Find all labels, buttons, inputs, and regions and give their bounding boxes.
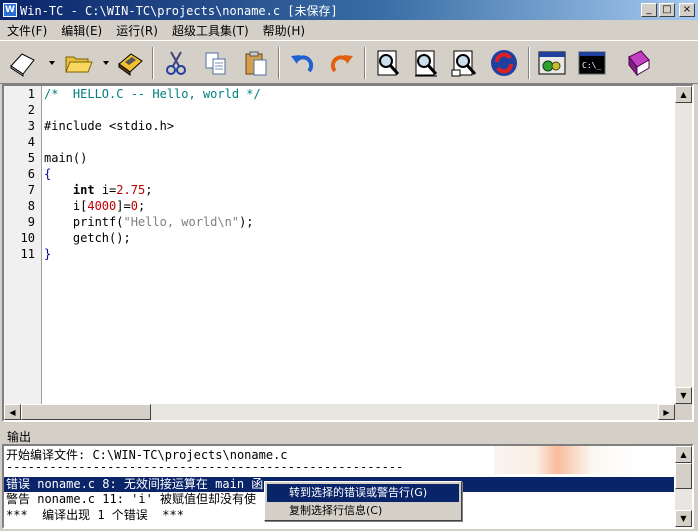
code-token: { bbox=[44, 167, 52, 181]
undo-icon[interactable] bbox=[286, 47, 318, 79]
line-number: 7 bbox=[27, 183, 35, 197]
code-token: ); bbox=[239, 215, 254, 229]
code-line[interactable]: } bbox=[44, 247, 51, 261]
scroll-up-icon[interactable]: ▲ bbox=[675, 446, 692, 463]
line-number: 8 bbox=[27, 199, 35, 213]
line-number: 11 bbox=[20, 247, 35, 261]
window-controls: _ □ × bbox=[639, 3, 695, 17]
line-number: 6 bbox=[27, 167, 35, 181]
new-file-icon[interactable] bbox=[6, 47, 38, 79]
toolbar-separator bbox=[152, 47, 154, 79]
code-line[interactable]: printf("Hello, world\n"); bbox=[44, 215, 254, 229]
app-icon: W bbox=[3, 3, 17, 17]
output-line[interactable]: ----------------------------------------… bbox=[6, 460, 403, 475]
editor-vertical-scrollbar[interactable]: ▲ ▼ bbox=[675, 86, 692, 404]
context-menu: 转到选择的错误或警告行(G) 复制选择行信息(C) bbox=[264, 481, 462, 521]
line-number: 9 bbox=[27, 215, 35, 229]
code-area[interactable]: /* HELLO.C -- Hello, world */ #include <s… bbox=[44, 86, 674, 404]
line-number: 1 bbox=[27, 87, 35, 101]
code-token: 2.75 bbox=[116, 183, 146, 197]
code-line[interactable]: main() bbox=[44, 151, 87, 165]
chevron-down-icon[interactable] bbox=[48, 59, 56, 67]
editor-horizontal-scrollbar[interactable]: ◀ ▶ bbox=[4, 404, 675, 420]
paste-icon[interactable] bbox=[240, 47, 272, 79]
menu-file[interactable]: 文件(F) bbox=[0, 22, 54, 39]
code-line[interactable]: getch(); bbox=[44, 231, 131, 245]
output-line[interactable]: *** 编译出现 1 个错误 *** bbox=[6, 508, 184, 523]
code-token: "Hello, world\n" bbox=[123, 215, 240, 229]
cut-scissors-icon[interactable] bbox=[160, 47, 192, 79]
toolbar: C:\_ bbox=[0, 40, 698, 84]
line-number: 3 bbox=[27, 119, 35, 133]
code-token: 4000 bbox=[87, 199, 117, 213]
menu-bar: 文件(F) 编辑(E) 运行(R) 超级工具集(T) 帮助(H) bbox=[0, 20, 698, 40]
find-icon[interactable] bbox=[372, 47, 404, 79]
scroll-right-icon[interactable]: ▶ bbox=[658, 404, 675, 420]
code-line[interactable]: int i=2.75; bbox=[44, 183, 153, 197]
goto-error-line-menu-item[interactable]: 转到选择的错误或警告行(G) bbox=[267, 484, 459, 502]
scroll-down-icon[interactable]: ▼ bbox=[675, 387, 692, 404]
menu-edit[interactable]: 编辑(E) bbox=[54, 22, 109, 39]
redo-icon[interactable] bbox=[326, 47, 358, 79]
code-token: int bbox=[72, 183, 95, 197]
line-number: 5 bbox=[27, 151, 35, 165]
code-line[interactable]: i[4000]=0; bbox=[44, 199, 145, 213]
close-button[interactable]: × bbox=[679, 3, 695, 17]
code-token: i= bbox=[94, 183, 117, 197]
code-token: printf( bbox=[44, 215, 124, 229]
chevron-down-icon[interactable] bbox=[102, 59, 110, 67]
find-next-icon[interactable] bbox=[410, 47, 442, 79]
copy-icon[interactable] bbox=[200, 47, 232, 79]
output-vertical-scrollbar[interactable]: ▲ ▼ bbox=[675, 446, 692, 527]
maximize-button[interactable]: □ bbox=[659, 3, 675, 17]
title-bar: W Win-TC - C:\WIN-TC\projects\noname.c [… bbox=[0, 0, 698, 20]
code-token: ; bbox=[145, 183, 153, 197]
code-token: 0 bbox=[130, 199, 138, 213]
replace-icon[interactable] bbox=[448, 47, 480, 79]
code-editor[interactable]: 1 2 3 4 5 6 7 8 9 10 11 /* HELLO.C -- Hello, world… bbox=[2, 84, 694, 422]
console-icon[interactable]: C:\_ bbox=[576, 47, 608, 79]
output-line[interactable]: 警告 noname.c 11: 'i' 被赋值但却没有使 bbox=[6, 492, 256, 507]
toolbar-separator bbox=[528, 47, 530, 79]
scroll-up-icon[interactable]: ▲ bbox=[675, 86, 692, 103]
code-token: /* HELLO.C -- Hello, world */ bbox=[44, 87, 261, 101]
code-token: } bbox=[44, 247, 52, 261]
help-book-icon[interactable] bbox=[622, 47, 654, 79]
code-token: ]= bbox=[116, 199, 131, 213]
compile-run-icon[interactable] bbox=[536, 47, 568, 79]
save-disk-icon[interactable] bbox=[114, 47, 146, 79]
code-line[interactable]: /* HELLO.C -- Hello, world */ bbox=[44, 87, 261, 101]
refresh-icon[interactable] bbox=[488, 47, 520, 79]
code-token: i[ bbox=[44, 199, 88, 213]
window-title: Win-TC - C:\WIN-TC\projects\noname.c [未保… bbox=[20, 3, 338, 18]
scroll-down-icon[interactable]: ▼ bbox=[675, 510, 692, 527]
menu-run[interactable]: 运行(R) bbox=[109, 22, 165, 39]
code-token: ; bbox=[137, 199, 146, 213]
toolbar-separator bbox=[364, 47, 366, 79]
menu-help[interactable]: 帮助(H) bbox=[256, 22, 312, 39]
code-token: getch(); bbox=[44, 231, 131, 245]
scroll-left-icon[interactable]: ◀ bbox=[4, 404, 21, 420]
open-folder-icon[interactable] bbox=[62, 47, 94, 79]
code-line[interactable]: #include <stdio.h> bbox=[44, 119, 174, 133]
code-token: #include <stdio.h> bbox=[44, 119, 175, 133]
scrollbar-corner bbox=[675, 404, 692, 420]
menu-tools[interactable]: 超级工具集(T) bbox=[165, 22, 256, 39]
code-line[interactable]: { bbox=[44, 167, 51, 181]
obscured-region bbox=[494, 446, 634, 474]
minimize-button[interactable]: _ bbox=[641, 3, 657, 17]
svg-text:C:\_: C:\_ bbox=[582, 61, 601, 70]
code-token: main() bbox=[44, 151, 88, 165]
line-number-gutter: 1 2 3 4 5 6 7 8 9 10 11 bbox=[4, 86, 42, 404]
line-number: 4 bbox=[27, 135, 35, 149]
vertical-scroll-thumb[interactable] bbox=[675, 463, 692, 489]
line-number: 2 bbox=[27, 103, 35, 117]
line-number: 10 bbox=[20, 231, 35, 245]
horizontal-scroll-thumb[interactable] bbox=[21, 404, 151, 420]
output-label: 输出 bbox=[7, 430, 32, 444]
copy-line-info-menu-item[interactable]: 复制选择行信息(C) bbox=[267, 502, 459, 520]
toolbar-separator bbox=[278, 47, 280, 79]
